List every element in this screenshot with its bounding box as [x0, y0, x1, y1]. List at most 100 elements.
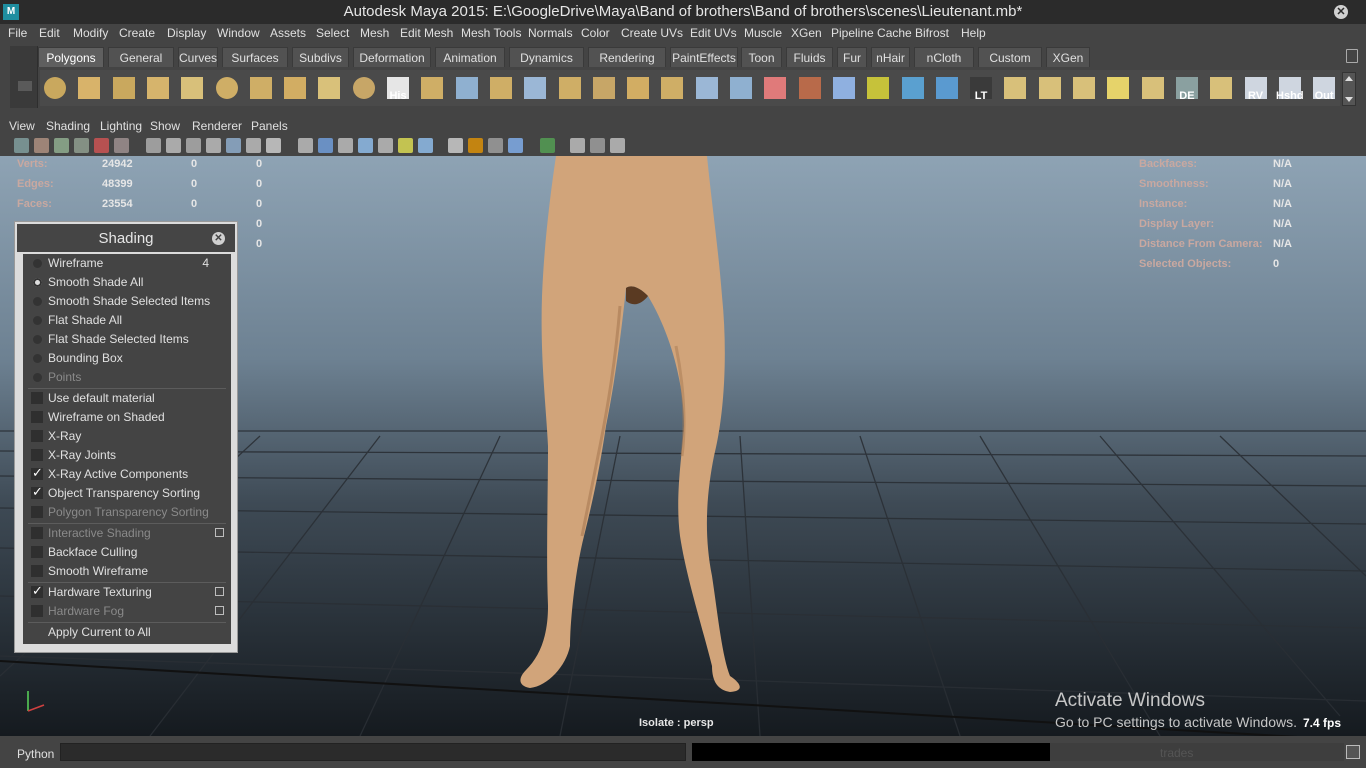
collapse-icon[interactable] — [657, 73, 687, 103]
panel-tool-12-icon[interactable] — [246, 138, 261, 153]
menu-display[interactable]: Display — [167, 26, 206, 40]
panel-tool-27-icon[interactable] — [590, 138, 605, 153]
panel-tool-16-icon[interactable] — [338, 138, 353, 153]
menu-pipeline-cache[interactable]: Pipeline Cache — [831, 26, 912, 40]
menu-normals[interactable]: Normals — [528, 26, 573, 40]
lt-icon[interactable]: LT — [966, 73, 996, 103]
combine-icon[interactable] — [417, 73, 447, 103]
move-tool-icon[interactable] — [932, 73, 962, 103]
pyramid-icon[interactable] — [246, 73, 276, 103]
panel-tool-22-icon[interactable] — [468, 138, 483, 153]
shelf-tab-fluids[interactable]: Fluids — [786, 47, 833, 67]
shelf-tab-rendering[interactable]: Rendering — [588, 47, 666, 67]
separate-icon[interactable] — [452, 73, 482, 103]
menu-window[interactable]: Window — [217, 26, 260, 40]
panel-menu-panels[interactable]: Panels — [251, 119, 288, 133]
panel-tool-3-icon[interactable] — [54, 138, 69, 153]
shelf-tab-animation[interactable]: Animation — [435, 47, 505, 67]
shelf-tab-deformation[interactable]: Deformation — [353, 47, 431, 67]
shading-checkbox-item[interactable]: Backface Culling — [23, 543, 231, 562]
menu-create[interactable]: Create — [119, 26, 155, 40]
shading-radio-item[interactable]: Smooth Shade All — [23, 273, 231, 292]
uv-unfold-icon[interactable] — [1138, 73, 1168, 103]
script-language-toggle[interactable]: Python — [17, 747, 54, 761]
panel-tool-25-icon[interactable] — [540, 138, 555, 153]
shelf-tab-curves[interactable]: Curves — [178, 47, 218, 67]
delete-edge-icon[interactable]: DE — [1172, 73, 1202, 103]
uv-layout-icon[interactable] — [1206, 73, 1236, 103]
panel-tool-15-icon[interactable] — [318, 138, 333, 153]
shelf-tab-toon[interactable]: Toon — [741, 47, 782, 67]
shelf-tab-nhair[interactable]: nHair — [871, 47, 910, 67]
soft-select-icon[interactable] — [863, 73, 893, 103]
close-button[interactable]: ✕ — [1334, 5, 1348, 19]
shading-radio-item[interactable]: Wireframe 4 — [23, 254, 231, 273]
shelf-tab-dynamics[interactable]: Dynamics — [509, 47, 584, 67]
menu-create-uvs[interactable]: Create UVs — [621, 26, 683, 40]
smooth-icon[interactable] — [520, 73, 550, 103]
shading-checkbox-item[interactable]: Object Transparency Sorting — [23, 484, 231, 503]
panel-tool-7-icon[interactable] — [146, 138, 161, 153]
extract-icon[interactable] — [486, 73, 516, 103]
extrude-icon[interactable] — [589, 73, 619, 103]
panel-tool-17-icon[interactable] — [358, 138, 373, 153]
plane-icon[interactable] — [177, 73, 207, 103]
panel-menu-lighting[interactable]: Lighting — [100, 119, 142, 133]
shelf-tab-fur[interactable]: Fur — [837, 47, 867, 67]
menu-assets[interactable]: Assets — [270, 26, 306, 40]
uv-planar-icon[interactable] — [1000, 73, 1030, 103]
panel-tool-20-icon[interactable] — [418, 138, 433, 153]
shelf-tab-subdivs[interactable]: Subdivs — [292, 47, 349, 67]
option-box-icon[interactable] — [215, 528, 224, 537]
trash-icon[interactable] — [1346, 49, 1358, 63]
shelf-tab-polygons[interactable]: Polygons — [38, 47, 104, 67]
shelf-scroll-buttons[interactable] — [1342, 72, 1356, 106]
panel-menu-show[interactable]: Show — [150, 119, 180, 133]
shading-panel-header[interactable]: Shading ✕ — [17, 224, 235, 252]
panel-tool-1-icon[interactable] — [14, 138, 29, 153]
shading-checkbox-item[interactable]: Wireframe on Shaded — [23, 408, 231, 427]
panel-tool-11-icon[interactable] — [226, 138, 241, 153]
panel-tool-19-icon[interactable] — [398, 138, 413, 153]
panel-tool-14-icon[interactable] — [298, 138, 313, 153]
shading-radio-item[interactable]: Bounding Box — [23, 349, 231, 368]
shading-checkbox-item[interactable]: X-Ray Joints — [23, 446, 231, 465]
shading-radio-item[interactable]: Flat Shade All — [23, 311, 231, 330]
panel-tool-23-icon[interactable] — [488, 138, 503, 153]
shading-checkbox-item[interactable]: Hardware Texturing — [23, 583, 231, 602]
panel-tool-13-icon[interactable] — [266, 138, 281, 153]
shading-checkbox-item[interactable]: X-Ray Active Components — [23, 465, 231, 484]
apply-current-to-all-button[interactable]: Apply Current to All — [23, 623, 231, 642]
helix-icon[interactable] — [314, 73, 344, 103]
panel-tool-24-icon[interactable] — [508, 138, 523, 153]
uv-auto-icon[interactable] — [1103, 73, 1133, 103]
panel-tool-21-icon[interactable] — [448, 138, 463, 153]
panel-menu-shading[interactable]: Shading — [46, 119, 90, 133]
merge-icon[interactable] — [623, 73, 653, 103]
panel-menu-renderer[interactable]: Renderer — [192, 119, 242, 133]
panel-tool-6-icon[interactable] — [114, 138, 129, 153]
torus-icon[interactable] — [212, 73, 242, 103]
command-input[interactable] — [60, 743, 686, 761]
script-editor-icon[interactable] — [1346, 745, 1360, 759]
menu-mesh-tools[interactable]: Mesh Tools — [461, 26, 521, 40]
uv-cylindrical-icon[interactable] — [1035, 73, 1065, 103]
shelf-tab-xgen[interactable]: XGen — [1046, 47, 1090, 67]
panel-tool-5-icon[interactable] — [94, 138, 109, 153]
menu-help[interactable]: Help — [961, 26, 986, 40]
append-polygon-icon[interactable] — [692, 73, 722, 103]
shelf-tab-ncloth[interactable]: nCloth — [914, 47, 974, 67]
shading-checkbox-item[interactable]: X-Ray — [23, 427, 231, 446]
cylinder-icon[interactable] — [109, 73, 139, 103]
option-box-icon[interactable] — [215, 606, 224, 615]
lattice-icon[interactable] — [829, 73, 859, 103]
shelf-tab-custom[interactable]: Custom — [978, 47, 1042, 67]
menu-edit[interactable]: Edit — [39, 26, 60, 40]
history-icon[interactable]: His — [383, 73, 413, 103]
rotate-manipulator-icon[interactable] — [898, 73, 928, 103]
rv-icon[interactable]: RV — [1241, 73, 1271, 103]
panel-tool-8-icon[interactable] — [166, 138, 181, 153]
shelf-tab-painteffects[interactable]: PaintEffects — [670, 47, 738, 67]
menu-bifrost[interactable]: Bifrost — [915, 26, 949, 40]
cone-icon[interactable] — [143, 73, 173, 103]
